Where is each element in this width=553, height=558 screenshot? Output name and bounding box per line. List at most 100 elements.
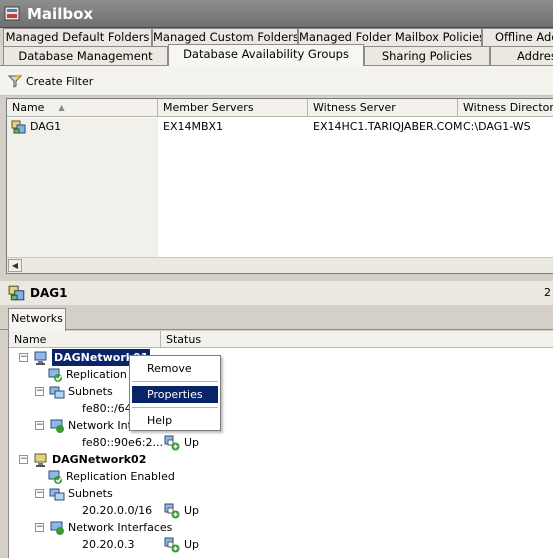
detail-title: DAG1 bbox=[30, 286, 68, 300]
scroll-left-icon[interactable]: ◀ bbox=[8, 259, 22, 272]
column-header-name[interactable]: Name bbox=[9, 331, 161, 348]
cell-witness-server: EX14HC1.TARIQJABER.COM bbox=[313, 120, 463, 133]
status-up-icon bbox=[164, 503, 180, 518]
tree-node-label: 20.20.0.0/16 bbox=[82, 504, 153, 517]
column-label: Witness Server bbox=[313, 101, 396, 114]
column-label: Witness Directory bbox=[463, 101, 553, 114]
tree-node-subnet-value[interactable]: fe80::/64 bbox=[82, 400, 132, 417]
grid-header: Name ▲ Member Servers Witness Server Witn… bbox=[7, 99, 553, 117]
subnet-icon bbox=[49, 488, 65, 500]
tree-node-subnets[interactable]: − Subnets bbox=[35, 485, 113, 502]
tab-label: Managed Custom Folders bbox=[153, 30, 298, 44]
tab-label: Database Management bbox=[18, 49, 153, 63]
tab-label: Offline Address Book bbox=[495, 30, 553, 44]
tree-node-interface-value[interactable]: fe80::90e6:2... bbox=[82, 434, 163, 451]
dag-name: DAG1 bbox=[30, 120, 62, 133]
tree-node-label: fe80::90e6:2... bbox=[82, 436, 164, 449]
create-filter-button[interactable]: Create Filter bbox=[7, 72, 93, 90]
menu-item-label: Help bbox=[147, 414, 173, 427]
status-up-icon bbox=[164, 537, 180, 552]
tab-networks[interactable]: Networks bbox=[8, 308, 66, 331]
tree-node-subnet-value[interactable]: 20.20.0.0/16 bbox=[82, 502, 152, 519]
column-header-witness-directory[interactable]: Witness Directory bbox=[458, 99, 553, 116]
column-label: Status bbox=[166, 333, 202, 346]
table-row[interactable]: DAG1 EX14MBX1 EX14HC1.TARIQJABER.COM C:\… bbox=[7, 118, 553, 135]
tab-managed-default-folders[interactable]: Managed Default Folders bbox=[3, 28, 152, 46]
sort-ascending-icon: ▲ bbox=[58, 103, 65, 112]
column-label: Name bbox=[12, 101, 45, 114]
filter-icon bbox=[7, 74, 23, 88]
tree-node-subnets[interactable]: − Subnets bbox=[35, 383, 113, 400]
grid-header: Name Status bbox=[9, 331, 553, 348]
context-menu: Remove Properties Help bbox=[129, 355, 221, 431]
column-label: Name bbox=[14, 333, 47, 346]
tree-node-interfaces[interactable]: − Network Interfaces bbox=[35, 519, 172, 536]
column-header-status[interactable]: Status bbox=[161, 331, 251, 348]
replication-enabled-icon bbox=[48, 368, 62, 382]
network-icon bbox=[34, 453, 47, 467]
detail-pane-header: DAG1 2 bbox=[0, 281, 553, 305]
tree-node-replication[interactable]: Replication Enabled bbox=[47, 468, 175, 485]
tab-database-availability-groups[interactable]: Database Availability Groups bbox=[168, 44, 364, 66]
subnet-icon bbox=[49, 386, 65, 398]
tab-offline-address-book[interactable]: Offline Address Book bbox=[482, 28, 553, 46]
detail-tab-row: Networks bbox=[0, 308, 553, 331]
dag-list-grid: Name ▲ Member Servers Witness Server Witn… bbox=[6, 98, 553, 274]
status-text: Up bbox=[184, 436, 200, 449]
column-label: Member Servers bbox=[163, 101, 254, 114]
collapse-icon[interactable]: − bbox=[35, 489, 44, 498]
tree-node-label: 20.20.0.3 bbox=[82, 538, 135, 551]
cell-name: DAG1 bbox=[7, 118, 61, 135]
status-up-icon bbox=[164, 435, 180, 450]
tab-row-bottom: Database Management Database Availabilit… bbox=[0, 44, 553, 66]
tree-node-interfaces[interactable]: − Network Inte bbox=[35, 417, 139, 434]
tab-address-lists[interactable]: Address Lists bbox=[490, 46, 553, 65]
tab-sharing-policies[interactable]: Sharing Policies bbox=[364, 46, 490, 65]
tab-label: Sharing Policies bbox=[381, 49, 473, 63]
tree-node-label: DAGNetwork02 bbox=[52, 453, 147, 466]
collapse-icon[interactable]: − bbox=[35, 387, 44, 396]
tab-label: Networks bbox=[11, 312, 63, 325]
network-interface-icon bbox=[50, 419, 64, 433]
collapse-icon[interactable]: − bbox=[19, 353, 28, 362]
menu-item-help[interactable]: Help bbox=[132, 412, 218, 429]
menu-item-label: Remove bbox=[147, 362, 192, 375]
create-filter-label: Create Filter bbox=[26, 74, 94, 88]
tree-node-dagnetwork02[interactable]: − DAGNetwork02 bbox=[19, 451, 146, 468]
status-text: Up bbox=[184, 538, 200, 551]
column-header-witness-server[interactable]: Witness Server bbox=[308, 99, 458, 116]
column-header-member-servers[interactable]: Member Servers bbox=[158, 99, 308, 116]
status-cell: Up bbox=[164, 502, 199, 519]
menu-separator bbox=[132, 407, 218, 408]
cell-witness-directory: C:\DAG1-WS bbox=[463, 120, 531, 133]
status-cell: Up bbox=[164, 434, 199, 451]
collapse-icon[interactable]: − bbox=[35, 523, 44, 532]
cell-member-servers: EX14MBX1 bbox=[163, 120, 224, 133]
tree-node-label: fe80::/64 bbox=[82, 402, 132, 415]
column-header-name[interactable]: Name ▲ bbox=[7, 99, 158, 116]
horizontal-scrollbar[interactable]: ◀ bbox=[7, 257, 553, 273]
menu-item-remove[interactable]: Remove bbox=[132, 360, 218, 377]
detail-count: 2 bbox=[544, 286, 551, 299]
tab-label: Managed Default Folders bbox=[5, 30, 150, 44]
tab-label: Managed Folder Mailbox Policies bbox=[299, 30, 482, 44]
tab-database-management[interactable]: Database Management bbox=[3, 46, 168, 65]
dag-icon bbox=[8, 285, 25, 301]
tree-node-interface-value[interactable]: 20.20.0.3 bbox=[82, 536, 134, 553]
tree-node-label: Subnets bbox=[68, 385, 113, 398]
tree-node-label: Network Interfaces bbox=[68, 521, 173, 534]
status-text: Up bbox=[184, 504, 200, 517]
window-title: Mailbox bbox=[27, 5, 94, 23]
menu-item-properties[interactable]: Properties bbox=[132, 386, 218, 403]
window-titlebar: Mailbox bbox=[0, 0, 553, 28]
collapse-icon[interactable]: − bbox=[19, 455, 28, 464]
tree-node-label: Replication Enabled bbox=[66, 470, 175, 483]
collapse-icon[interactable]: − bbox=[35, 421, 44, 430]
name-column-background bbox=[7, 135, 158, 259]
dag-icon bbox=[11, 120, 26, 133]
tab-label: Database Availability Groups bbox=[183, 47, 349, 61]
toolbar: Create Filter bbox=[0, 66, 553, 96]
network-icon bbox=[34, 351, 47, 365]
menu-item-label: Properties bbox=[147, 388, 203, 401]
tab-label: Address Lists bbox=[517, 49, 553, 63]
